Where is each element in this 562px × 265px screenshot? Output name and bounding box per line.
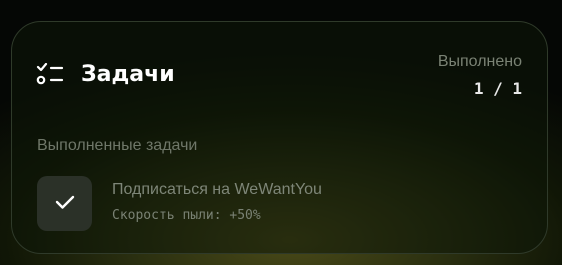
task-title: Подписаться на WeWantYou bbox=[112, 181, 322, 198]
task-list-icon bbox=[36, 62, 64, 87]
completed-label: Выполнено bbox=[437, 53, 522, 70]
task-status-box bbox=[37, 176, 92, 231]
completed-tasks-heading: Выполненные задачи bbox=[37, 137, 198, 154]
completed-counter: 1 / 1 bbox=[473, 79, 522, 98]
tasks-card: Задачи Выполнено 1 / 1 Выполненные задач… bbox=[11, 21, 548, 254]
check-icon bbox=[54, 193, 76, 215]
task-reward: Скорость пыли: +50% bbox=[112, 208, 261, 223]
page-title: Задачи bbox=[81, 62, 175, 87]
task-item-subscribe[interactable]: Подписаться на WeWantYou Скорость пыли: … bbox=[37, 176, 357, 231]
